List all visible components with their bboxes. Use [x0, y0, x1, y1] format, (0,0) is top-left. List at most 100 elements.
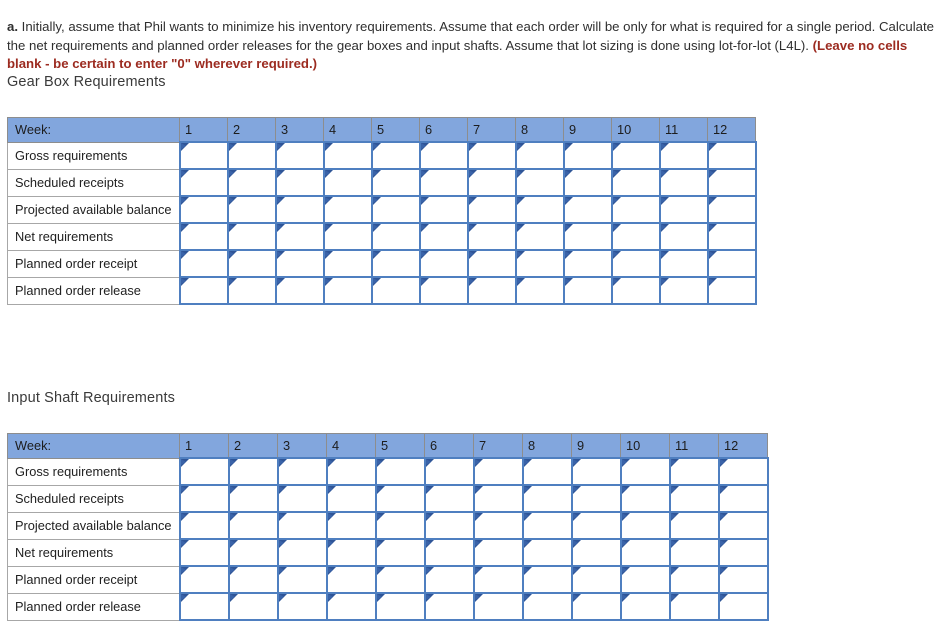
input-cell-r5-w5[interactable] — [374, 565, 426, 594]
input-cell-r2-w7[interactable] — [472, 484, 524, 513]
input-cell-r2-w12[interactable] — [717, 484, 769, 513]
input-cell-r5-w1[interactable] — [178, 565, 230, 594]
input-cell-r2-w9[interactable] — [562, 168, 613, 197]
input-cell-r1-w8[interactable] — [521, 457, 573, 486]
input-cell-r6-w9[interactable] — [570, 592, 622, 621]
input-cell-r6-w12[interactable] — [706, 276, 757, 305]
input-cell-r1-w6[interactable] — [423, 457, 475, 486]
input-cell-r3-w12[interactable] — [717, 511, 769, 540]
input-cell-r5-w10[interactable] — [610, 249, 661, 278]
input-cell-r3-w6[interactable] — [418, 195, 469, 224]
input-cell-r5-w4[interactable] — [325, 565, 377, 594]
input-cell-r3-w2[interactable] — [226, 195, 277, 224]
input-cell-r1-w2[interactable] — [227, 457, 279, 486]
input-cell-r5-w2[interactable] — [227, 565, 279, 594]
input-cell-r2-w6[interactable] — [423, 484, 475, 513]
input-cell-r6-w3[interactable] — [274, 276, 325, 305]
input-cell-r6-w1[interactable] — [178, 592, 230, 621]
input-cell-r5-w7[interactable] — [466, 249, 517, 278]
input-cell-r6-w6[interactable] — [418, 276, 469, 305]
input-cell-r5-w12[interactable] — [706, 249, 757, 278]
input-cell-r3-w6[interactable] — [423, 511, 475, 540]
input-cell-r2-w11[interactable] — [668, 484, 720, 513]
input-cell-r1-w2[interactable] — [226, 141, 277, 170]
input-cell-r5-w8[interactable] — [514, 249, 565, 278]
input-cell-r5-w5[interactable] — [370, 249, 421, 278]
input-cell-r6-w8[interactable] — [514, 276, 565, 305]
input-cell-r4-w9[interactable] — [562, 222, 613, 251]
input-cell-r6-w8[interactable] — [521, 592, 573, 621]
input-cell-r2-w10[interactable] — [610, 168, 661, 197]
input-cell-r2-w3[interactable] — [276, 484, 328, 513]
input-cell-r2-w8[interactable] — [514, 168, 565, 197]
input-cell-r5-w11[interactable] — [668, 565, 720, 594]
input-cell-r6-w11[interactable] — [658, 276, 709, 305]
input-cell-r3-w11[interactable] — [658, 195, 709, 224]
input-cell-r1-w6[interactable] — [418, 141, 469, 170]
input-cell-r2-w8[interactable] — [521, 484, 573, 513]
input-cell-r6-w5[interactable] — [370, 276, 421, 305]
input-cell-r1-w5[interactable] — [370, 141, 421, 170]
input-cell-r5-w6[interactable] — [423, 565, 475, 594]
input-cell-r6-w4[interactable] — [322, 276, 373, 305]
input-cell-r1-w7[interactable] — [472, 457, 524, 486]
input-cell-r3-w2[interactable] — [227, 511, 279, 540]
input-cell-r6-w9[interactable] — [562, 276, 613, 305]
input-cell-r1-w10[interactable] — [610, 141, 661, 170]
input-cell-r1-w9[interactable] — [562, 141, 613, 170]
input-cell-r5-w7[interactable] — [472, 565, 524, 594]
input-cell-r2-w9[interactable] — [570, 484, 622, 513]
input-cell-r3-w10[interactable] — [610, 195, 661, 224]
input-cell-r2-w12[interactable] — [706, 168, 757, 197]
input-cell-r1-w1[interactable] — [178, 457, 230, 486]
input-cell-r2-w5[interactable] — [374, 484, 426, 513]
input-cell-r5-w3[interactable] — [274, 249, 325, 278]
input-cell-r4-w5[interactable] — [374, 538, 426, 567]
input-cell-r6-w11[interactable] — [668, 592, 720, 621]
input-cell-r5-w9[interactable] — [562, 249, 613, 278]
input-cell-r6-w2[interactable] — [226, 276, 277, 305]
input-cell-r1-w12[interactable] — [706, 141, 757, 170]
input-cell-r3-w4[interactable] — [322, 195, 373, 224]
input-cell-r6-w3[interactable] — [276, 592, 328, 621]
input-cell-r1-w3[interactable] — [274, 141, 325, 170]
input-cell-r3-w8[interactable] — [521, 511, 573, 540]
input-cell-r6-w6[interactable] — [423, 592, 475, 621]
input-cell-r5-w12[interactable] — [717, 565, 769, 594]
input-cell-r3-w8[interactable] — [514, 195, 565, 224]
input-cell-r5-w10[interactable] — [619, 565, 671, 594]
input-cell-r3-w3[interactable] — [274, 195, 325, 224]
input-cell-r6-w7[interactable] — [466, 276, 517, 305]
input-cell-r3-w10[interactable] — [619, 511, 671, 540]
input-cell-r6-w4[interactable] — [325, 592, 377, 621]
input-cell-r3-w3[interactable] — [276, 511, 328, 540]
input-cell-r2-w4[interactable] — [322, 168, 373, 197]
input-cell-r3-w11[interactable] — [668, 511, 720, 540]
input-cell-r4-w8[interactable] — [514, 222, 565, 251]
input-cell-r3-w7[interactable] — [466, 195, 517, 224]
input-cell-r2-w2[interactable] — [227, 484, 279, 513]
input-cell-r5-w3[interactable] — [276, 565, 328, 594]
input-cell-r3-w4[interactable] — [325, 511, 377, 540]
input-cell-r3-w7[interactable] — [472, 511, 524, 540]
input-cell-r2-w6[interactable] — [418, 168, 469, 197]
input-cell-r1-w12[interactable] — [717, 457, 769, 486]
input-cell-r4-w1[interactable] — [178, 222, 229, 251]
input-cell-r1-w11[interactable] — [668, 457, 720, 486]
input-cell-r4-w8[interactable] — [521, 538, 573, 567]
input-cell-r4-w11[interactable] — [668, 538, 720, 567]
input-cell-r6-w1[interactable] — [178, 276, 229, 305]
input-cell-r4-w4[interactable] — [322, 222, 373, 251]
input-cell-r1-w11[interactable] — [658, 141, 709, 170]
input-cell-r5-w1[interactable] — [178, 249, 229, 278]
input-cell-r5-w4[interactable] — [322, 249, 373, 278]
input-cell-r4-w6[interactable] — [418, 222, 469, 251]
input-cell-r2-w5[interactable] — [370, 168, 421, 197]
input-cell-r2-w10[interactable] — [619, 484, 671, 513]
input-cell-r6-w2[interactable] — [227, 592, 279, 621]
input-cell-r1-w4[interactable] — [322, 141, 373, 170]
input-cell-r2-w4[interactable] — [325, 484, 377, 513]
input-cell-r1-w4[interactable] — [325, 457, 377, 486]
input-cell-r2-w1[interactable] — [178, 484, 230, 513]
input-cell-r1-w5[interactable] — [374, 457, 426, 486]
